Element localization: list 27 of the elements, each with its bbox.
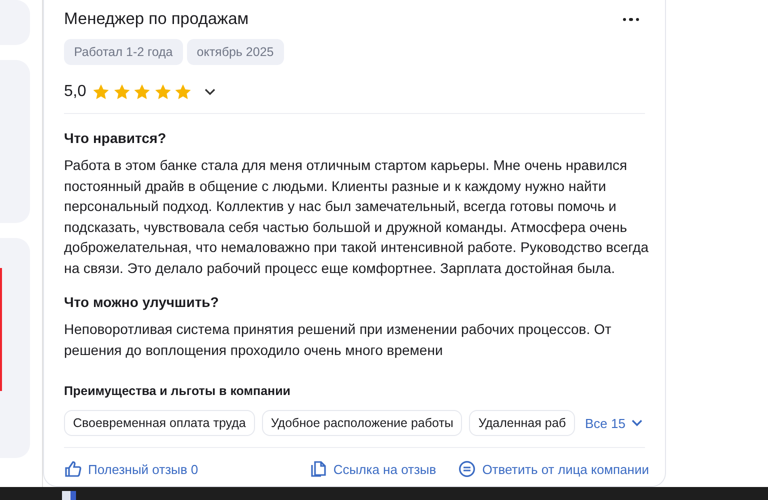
rating-value: 5,0 <box>64 83 86 101</box>
tag: Работал 1-2 года <box>64 39 183 65</box>
star-icon <box>92 83 110 101</box>
benefits-heading: Преимущества и льготы в компании <box>64 384 292 398</box>
star-icon <box>154 83 172 101</box>
share-link[interactable]: Ссылка на отзыв <box>309 460 436 478</box>
helpful-button[interactable]: Полезный отзыв 0 <box>64 460 198 478</box>
chevron-down-icon[interactable] <box>204 88 216 96</box>
star-icon <box>174 83 192 101</box>
star-icon <box>133 83 152 101</box>
window-icon[interactable] <box>62 491 76 500</box>
section-heading: Что нравится? <box>64 130 168 146</box>
tag: октябрь 2025 <box>186 39 284 65</box>
section-heading: Что можно улучшить? <box>64 294 220 310</box>
reply-link[interactable]: Ответить от лица компании <box>458 460 649 478</box>
copy-icon <box>309 460 328 478</box>
show-all-button[interactable]: Все 15 <box>584 416 644 430</box>
benefit-chip: Своевременная оплата труда <box>64 410 255 436</box>
review-text: Работа в этом банке стала для меня отличным стартом карьеры. Мне очень нравился постоянный драйв в общение с людьми. Клиенты разные и к каждому нужно найти персональный подход. Коллектив у нас был замечательный, всегда готовы помочь и подсказать, чувствовала себя частью большой и дружной команды. Атмосфера очень доброжелательная, что немаловажно при такой интенсивной работе. Руководство всегда на связи. Это делало рабочий процесс еще комфортнее. Зарплата достойная была. <box>64 156 650 278</box>
comment-icon <box>458 460 476 478</box>
benefit-chip: Удаленная раб <box>469 410 575 436</box>
thumbs-up-icon <box>64 460 82 478</box>
star-icon <box>112 83 131 101</box>
review-title: Менеджер по продажам <box>64 10 249 29</box>
chevron-down-icon <box>631 419 644 427</box>
review-text: Неповоротливая система принятия решений при изменении рабочих процессов. От решения до воплощения проходило очень много времени <box>64 320 612 360</box>
benefit-chip: Удобное расположение работы <box>262 410 462 436</box>
